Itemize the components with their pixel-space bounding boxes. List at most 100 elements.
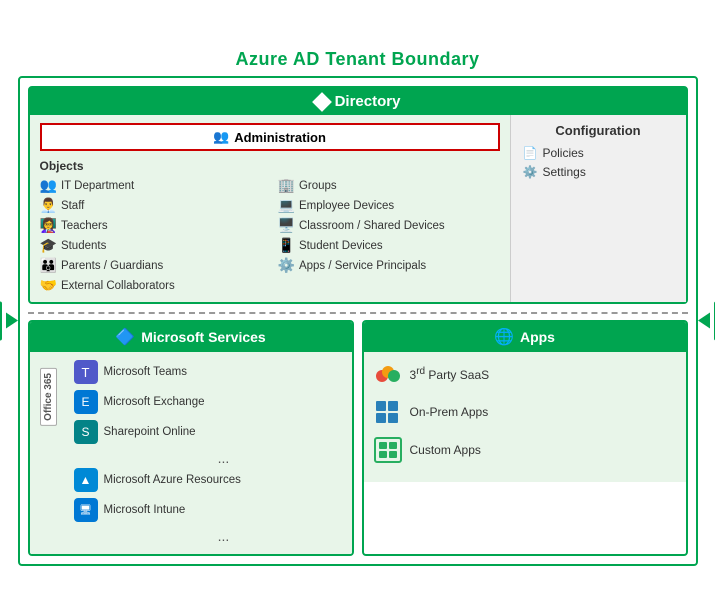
directory-header: Directory xyxy=(30,88,686,115)
external-collab-icon: 🤝 xyxy=(40,277,57,294)
config-policies: 📄 Policies xyxy=(523,146,674,160)
list-item: 💻 Employee Devices xyxy=(278,197,500,214)
admin-person-icon: 👥 xyxy=(213,129,229,145)
list-item: 👥 IT Department xyxy=(40,177,262,194)
saas-label: 3rd Party SaaS xyxy=(410,366,490,382)
it-dept-icon: 👥 xyxy=(40,177,57,194)
ms-items: T Microsoft Teams E Microsoft Exchange S… xyxy=(74,360,346,546)
teachers-icon: 👩‍🏫 xyxy=(40,217,57,234)
staff-icon: 👨‍💼 xyxy=(40,197,57,214)
azure-icon: ▲ xyxy=(74,468,98,492)
ms-teams-label: Microsoft Teams xyxy=(104,366,188,378)
staff-label: Staff xyxy=(61,200,84,212)
custom-item: Custom Apps xyxy=(374,436,676,464)
config-title: Configuration xyxy=(523,123,674,138)
student-devices-label: Student Devices xyxy=(299,240,383,252)
saas-icon xyxy=(374,360,402,388)
config-section: Configuration 📄 Policies ⚙️ Settings xyxy=(511,115,686,302)
list-item: 🖥️ Classroom / Shared Devices xyxy=(278,217,500,234)
saas-item: 3rd Party SaaS xyxy=(374,360,676,388)
directory-section: Directory 👥 Administration Objects xyxy=(28,86,688,304)
ms-azure-label: Microsoft Azure Resources xyxy=(104,474,241,486)
trust-left: Trust xyxy=(0,302,18,341)
onprem-item: On-Prem Apps xyxy=(374,398,676,426)
groups-label: Groups xyxy=(299,180,337,192)
trust-right: Trust xyxy=(698,302,715,341)
ms-teams-item: T Microsoft Teams xyxy=(74,360,346,384)
teams-icon: T xyxy=(74,360,98,384)
policies-icon: 📄 xyxy=(523,146,538,160)
list-item: 👨‍💼 Staff xyxy=(40,197,262,214)
teachers-label: Teachers xyxy=(61,220,108,232)
custom-icon xyxy=(374,436,402,464)
list-item: 🏢 Groups xyxy=(278,177,500,194)
onprem-label: On-Prem Apps xyxy=(410,405,489,419)
list-item: ⚙️ Apps / Service Principals xyxy=(278,257,500,274)
apps-title: Apps xyxy=(520,329,555,345)
directory-title: Directory xyxy=(335,93,401,110)
ms-exchange-item: E Microsoft Exchange xyxy=(74,390,346,414)
ms-exchange-label: Microsoft Exchange xyxy=(104,396,205,408)
apps-principals-label: Apps / Service Principals xyxy=(299,260,426,272)
list-item: 👩‍🏫 Teachers xyxy=(40,217,262,234)
arrow-right-icon-left xyxy=(6,313,18,329)
ms-intune-item: 🖥 Microsoft Intune xyxy=(74,498,346,522)
employee-devices-label: Employee Devices xyxy=(299,200,394,212)
it-dept-label: IT Department xyxy=(61,180,134,192)
apps-header: 🌐 Apps xyxy=(364,322,686,352)
ms-services-icon: 🔷 xyxy=(115,327,135,347)
admin-label: Administration xyxy=(234,130,326,145)
students-label: Students xyxy=(61,240,106,252)
list-item: 📱 Student Devices xyxy=(278,237,500,254)
ms-services-title: Microsoft Services xyxy=(141,329,266,345)
directory-body: 👥 Administration Objects 👥 IT Department xyxy=(30,115,686,302)
custom-label: Custom Apps xyxy=(410,443,481,457)
arrow-left-icon-right xyxy=(698,313,710,329)
admin-section: 👥 Administration Objects 👥 IT Department xyxy=(30,115,511,302)
employee-devices-icon: 💻 xyxy=(278,197,295,214)
classroom-devices-icon: 🖥️ xyxy=(278,217,295,234)
sharepoint-icon: S xyxy=(74,420,98,444)
bottom-row: 🔷 Microsoft Services Office 365 T Micros… xyxy=(28,320,688,556)
students-icon: 🎓 xyxy=(40,237,57,254)
trust-left-label: Trust xyxy=(0,302,2,341)
ms-intune-label: Microsoft Intune xyxy=(104,504,186,516)
apps-header-icon: 🌐 xyxy=(494,327,514,347)
list-item: 👪 Parents / Guardians xyxy=(40,257,262,274)
apps-section: 🌐 Apps 3rd Party xyxy=(362,320,688,556)
student-devices-icon: 📱 xyxy=(278,237,295,254)
policies-label: Policies xyxy=(542,146,583,160)
onprem-icon xyxy=(374,398,402,426)
tenant-title: Azure AD Tenant Boundary xyxy=(18,49,698,70)
main-container: Azure AD Tenant Boundary Trust Trust Dir… xyxy=(18,49,698,566)
ms-services-section: 🔷 Microsoft Services Office 365 T Micros… xyxy=(28,320,354,556)
ms-services-header: 🔷 Microsoft Services xyxy=(30,322,352,352)
apps-body: 3rd Party SaaS On-Pr xyxy=(364,352,686,482)
objects-grid: 👥 IT Department 🏢 Groups 👨‍💼 Staff xyxy=(40,177,500,294)
office365-label: Office 365 xyxy=(40,368,57,426)
admin-box: 👥 Administration xyxy=(40,123,500,151)
tenant-border: Directory 👥 Administration Objects xyxy=(18,76,698,566)
external-collab-label: External Collaborators xyxy=(61,280,175,292)
parents-label: Parents / Guardians xyxy=(61,260,163,272)
config-settings: ⚙️ Settings xyxy=(523,165,674,179)
ms-sharepoint-item: S Sharepoint Online xyxy=(74,420,346,444)
intune-icon: 🖥 xyxy=(74,498,98,522)
settings-icon: ⚙️ xyxy=(523,165,538,179)
directory-diamond-icon xyxy=(312,92,332,112)
list-item: 🎓 Students xyxy=(40,237,262,254)
apps-principals-icon: ⚙️ xyxy=(278,257,295,274)
ms-services-body: Office 365 T Microsoft Teams E Microsoft… xyxy=(30,352,352,554)
ms-azure-item: ▲ Microsoft Azure Resources xyxy=(74,468,346,492)
ms-sharepoint-label: Sharepoint Online xyxy=(104,426,196,438)
exchange-icon: E xyxy=(74,390,98,414)
list-item: 🤝 External Collaborators xyxy=(40,277,262,294)
ms-dots-2: ... xyxy=(74,528,346,544)
parents-icon: 👪 xyxy=(40,257,57,274)
classroom-devices-label: Classroom / Shared Devices xyxy=(299,220,445,232)
dashed-divider xyxy=(28,312,688,314)
office365-label-wrap: Office 365 xyxy=(40,360,68,546)
objects-label: Objects xyxy=(40,159,500,173)
ms-dots-1: ... xyxy=(74,450,346,466)
settings-label: Settings xyxy=(542,165,585,179)
